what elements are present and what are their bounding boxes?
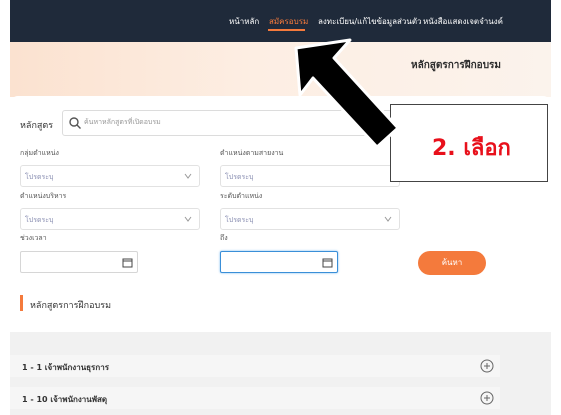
course-row-label: 1 - 10 เจ้าพนักงานพัสดุ	[22, 395, 108, 404]
course-row[interactable]: 1 - 1 เจ้าพนักงานธุรการ	[10, 355, 500, 377]
level-label: ระดับตำแหน่ง	[220, 192, 263, 200]
active-nav-indicator	[268, 29, 305, 31]
course-row[interactable]: 1 - 10 เจ้าพนักงานพัสดุ	[10, 387, 500, 409]
nav-home[interactable]: หน้าหลัก	[229, 15, 259, 28]
admin-position-value: โปรดระบุ	[25, 216, 54, 224]
nav-letter-of-intent[interactable]: หนังสือแสดงเจตจำนงค์	[423, 15, 503, 28]
page-title: หลักสูตรการฝึกอบรม	[410, 60, 501, 71]
admin-position-label: ตำแหน่งบริหาร	[20, 192, 67, 200]
annotation-text: 2. เลือก	[432, 136, 511, 161]
course-row-label: 1 - 1 เจ้าพนักงานธุรการ	[22, 363, 109, 372]
admin-position-select[interactable]: โปรดระบุ	[20, 208, 200, 230]
search-placeholder: ค้นหาหลักสูตรที่เปิดอบรม	[84, 118, 161, 126]
chevron-down-icon	[184, 173, 192, 179]
section-accent-bar	[20, 295, 23, 311]
group-select[interactable]: โปรดระบุ	[20, 165, 200, 187]
level-select-value: โปรดระบุ	[225, 216, 254, 224]
search-button[interactable]: ค้นหา	[418, 251, 486, 275]
expand-plus-icon[interactable]	[480, 391, 494, 405]
calendar-icon[interactable]	[322, 257, 333, 268]
start-date-input[interactable]	[20, 251, 138, 273]
line-position-label: ตำแหน่งตามสายงาน	[220, 149, 284, 157]
line-position-select[interactable]: โปรดระบุ	[220, 165, 400, 187]
nav-profile[interactable]: ลงทะเบียน/แก้ไขข้อมูลส่วนตัว	[318, 15, 422, 28]
end-date-input[interactable]	[220, 251, 338, 273]
period-label: ช่วงเวลา	[20, 234, 47, 242]
expand-plus-icon[interactable]	[480, 359, 494, 373]
section-title: หลักสูตรการฝึกอบรม	[30, 301, 112, 311]
search-label: หลักสูตร	[20, 121, 54, 131]
line-position-value: โปรดระบุ	[225, 173, 254, 181]
to-label: ถึง	[220, 234, 228, 242]
level-select[interactable]: โปรดระบุ	[220, 208, 400, 230]
chevron-down-icon	[184, 216, 192, 222]
chevron-down-icon	[384, 216, 392, 222]
group-label: กลุ่มตำแหน่ง	[20, 149, 59, 157]
nav-register-training[interactable]: สมัครอบรม	[269, 15, 308, 28]
search-icon	[69, 117, 81, 129]
calendar-icon[interactable]	[122, 257, 133, 268]
group-select-value: โปรดระบุ	[25, 173, 54, 181]
